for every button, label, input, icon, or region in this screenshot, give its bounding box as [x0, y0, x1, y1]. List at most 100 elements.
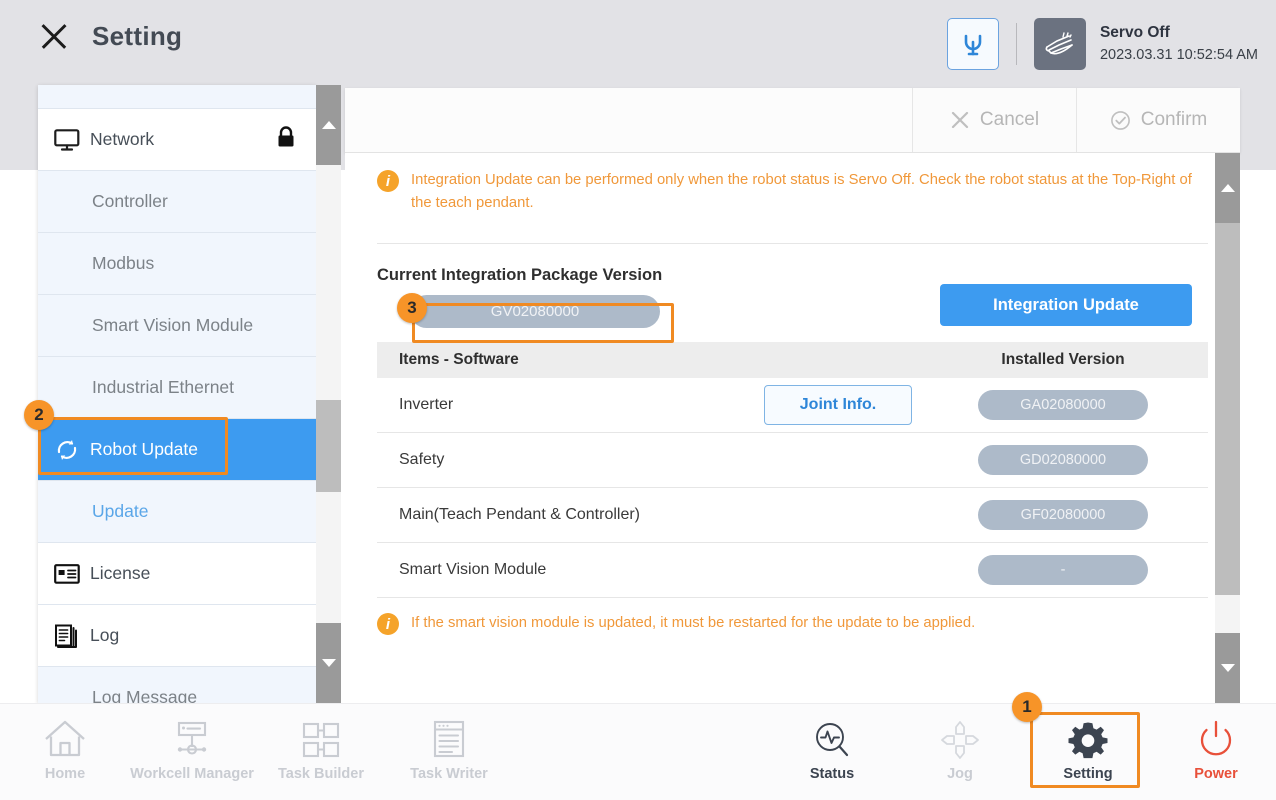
- taskbar-item-label: Workcell Manager: [130, 766, 254, 782]
- lock-icon: [276, 125, 296, 154]
- column-header-items: Items - Software: [399, 351, 918, 369]
- taskbar-item-label: Home: [45, 766, 85, 782]
- servo-status-group: Servo Off 2023.03.31 10:52:54 AM: [1100, 23, 1258, 65]
- integration-update-button[interactable]: Integration Update: [940, 284, 1192, 326]
- home-icon: [42, 716, 88, 764]
- settings-sidebar[interactable]: Network Controller Modbus Smart Vision M…: [38, 85, 316, 703]
- current-version-label: Current Integration Package Version: [377, 266, 1208, 285]
- page-title: Setting: [92, 21, 182, 52]
- taskbar-item-home[interactable]: Home: [0, 716, 130, 796]
- jog-dpad-icon: [937, 716, 983, 764]
- sidebar-item-label: Smart Vision Module: [92, 315, 253, 336]
- sidebar-item-controller[interactable]: Controller: [38, 171, 316, 233]
- divider: [377, 243, 1208, 244]
- annotation-box-setting: [1030, 712, 1140, 788]
- main-scrollbar-thumb[interactable]: [1215, 223, 1240, 595]
- sidebar-item-network[interactable]: Network: [38, 109, 316, 171]
- table-header-row: Items - Software Installed Version: [377, 342, 1208, 378]
- confirm-button[interactable]: Confirm: [1076, 88, 1240, 152]
- top-header-bar: Setting Servo Off 2023.03.31: [0, 0, 1276, 88]
- taskbar-item-workcell-manager[interactable]: Workcell Manager: [126, 716, 258, 796]
- sidebar-scrollbar-thumb[interactable]: [316, 400, 341, 492]
- taskbar-item-label: Status: [810, 766, 854, 782]
- cancel-button[interactable]: Cancel: [912, 88, 1076, 152]
- scroll-down-arrow-icon[interactable]: [1215, 633, 1240, 703]
- row-version-cell: -: [918, 555, 1208, 585]
- row-item-label: Main(Teach Pendant & Controller): [399, 506, 758, 524]
- sidebar-item-label: Log: [90, 625, 119, 646]
- table-row: Smart Vision Module -: [377, 543, 1208, 598]
- row-item-label: Inverter: [399, 396, 758, 414]
- task-writer-icon: [426, 716, 472, 764]
- sidebar-item-smart-vision-module[interactable]: Smart Vision Module: [38, 295, 316, 357]
- taskbar-item-label: Power: [1194, 766, 1238, 782]
- taskbar-item-task-writer[interactable]: Task Writer: [384, 716, 514, 796]
- row-version-cell: GF02080000: [918, 500, 1208, 530]
- annotation-marker-3: 3: [397, 293, 427, 323]
- x-icon: [950, 110, 970, 130]
- servo-off-notice-text: Integration Update can be performed only…: [411, 169, 1206, 215]
- sidebar-item-label: Industrial Ethernet: [92, 377, 234, 398]
- power-icon: [1193, 716, 1239, 764]
- row-item-label: Smart Vision Module: [399, 561, 758, 579]
- software-versions-table: Items - Software Installed Version Inver…: [377, 342, 1208, 598]
- installed-version-pill: GF02080000: [978, 500, 1148, 530]
- taskbar-item-jog[interactable]: Jog: [895, 716, 1025, 796]
- annotation-box-robot-update: [38, 417, 228, 475]
- taskbar-item-label: Jog: [947, 766, 973, 782]
- sidebar-item-partial-top[interactable]: [38, 85, 316, 109]
- main-content-panel: Cancel Confirm i Integration Update can …: [345, 88, 1240, 703]
- scroll-down-arrow-icon[interactable]: [316, 623, 341, 703]
- scroll-up-arrow-icon[interactable]: [1215, 153, 1240, 223]
- taskbar-item-label: Task Writer: [410, 766, 488, 782]
- installed-version-pill: GD02080000: [978, 445, 1148, 475]
- taskbar-item-status[interactable]: Status: [767, 716, 897, 796]
- hand-guide-icon: [1034, 18, 1086, 70]
- taskbar-item-task-builder[interactable]: Task Builder: [256, 716, 386, 796]
- sidebar-item-log-message[interactable]: Log Message: [38, 667, 316, 703]
- header-divider: [1016, 23, 1017, 65]
- check-circle-icon: [1110, 110, 1131, 131]
- log-pages-icon: [54, 624, 90, 648]
- row-version-cell: GA02080000: [918, 390, 1208, 420]
- header-gray-band-right: [1240, 88, 1276, 170]
- sidebar-item-license[interactable]: License: [38, 543, 316, 605]
- smart-vision-notice-text: If the smart vision module is updated, i…: [411, 612, 975, 635]
- taskbar-item-power[interactable]: Power: [1151, 716, 1276, 796]
- annotation-marker-2: 2: [24, 400, 54, 430]
- main-action-bar: Cancel Confirm: [345, 88, 1240, 153]
- close-icon[interactable]: [38, 20, 70, 52]
- header-right-group: Servo Off 2023.03.31 10:52:54 AM: [947, 18, 1258, 70]
- table-row: Main(Teach Pendant & Controller) GF02080…: [377, 488, 1208, 543]
- workcell-icon: [169, 716, 215, 764]
- sidebar-scrollbar[interactable]: [316, 85, 341, 703]
- status-badge: Servo Off: [1100, 23, 1258, 43]
- sidebar-item-label: Update: [92, 501, 148, 522]
- main-body: i Integration Update can be performed on…: [345, 153, 1240, 703]
- info-icon: i: [377, 613, 399, 635]
- sidebar-item-label: Modbus: [92, 253, 154, 274]
- table-row: Inverter Joint Info. GA02080000: [377, 378, 1208, 433]
- info-icon: i: [377, 170, 399, 192]
- sidebar-item-modbus[interactable]: Modbus: [38, 233, 316, 295]
- timestamp: 2023.03.31 10:52:54 AM: [1100, 45, 1258, 65]
- annotation-marker-1: 1: [1012, 692, 1042, 722]
- confirm-button-label: Confirm: [1141, 109, 1208, 131]
- smart-vision-notice: i If the smart vision module is updated,…: [345, 598, 1240, 635]
- sidebar-item-label: License: [90, 563, 150, 584]
- sidebar-item-log[interactable]: Log: [38, 605, 316, 667]
- sidebar-item-industrial-ethernet[interactable]: Industrial Ethernet: [38, 357, 316, 419]
- app-root: Setting Servo Off 2023.03.31: [0, 0, 1276, 800]
- scroll-up-arrow-icon[interactable]: [316, 85, 341, 165]
- servo-off-notice: i Integration Update can be performed on…: [345, 153, 1240, 221]
- sidebar-item-label: Network: [90, 129, 154, 150]
- sidebar-item-label: Log Message: [92, 687, 197, 703]
- row-version-cell: GD02080000: [918, 445, 1208, 475]
- joint-info-button[interactable]: Joint Info.: [764, 385, 912, 425]
- main-scrollbar[interactable]: [1215, 153, 1240, 703]
- robot-arm-icon[interactable]: [947, 18, 999, 70]
- row-item-label: Safety: [399, 451, 758, 469]
- column-header-installed-version: Installed Version: [918, 351, 1208, 369]
- sidebar-item-update[interactable]: Update: [38, 481, 316, 543]
- annotation-box-current-version: [412, 303, 674, 343]
